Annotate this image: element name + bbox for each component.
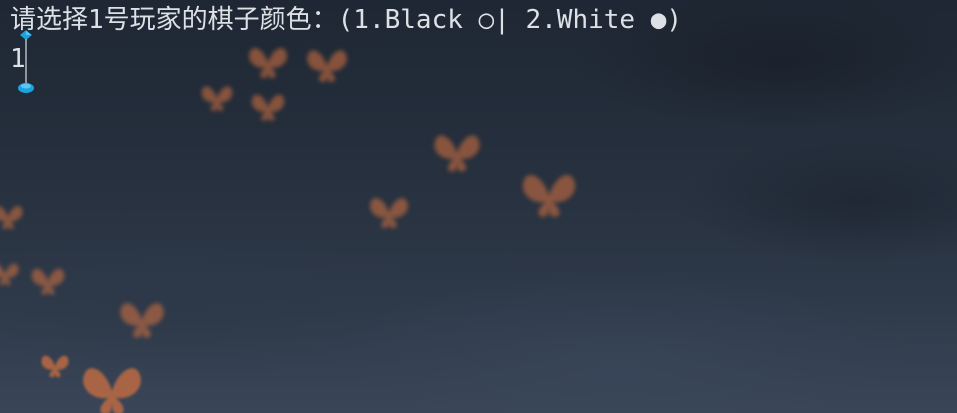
terminal-window[interactable]: 请选择1号玩家的棋子颜色：(1.Black ○| 2.White ●) 1 xyxy=(0,0,957,413)
text-selection-handle-icon[interactable] xyxy=(17,28,35,96)
player-color-prompt: 请选择1号玩家的棋子颜色：(1.Black ○| 2.White ●) xyxy=(10,5,683,35)
